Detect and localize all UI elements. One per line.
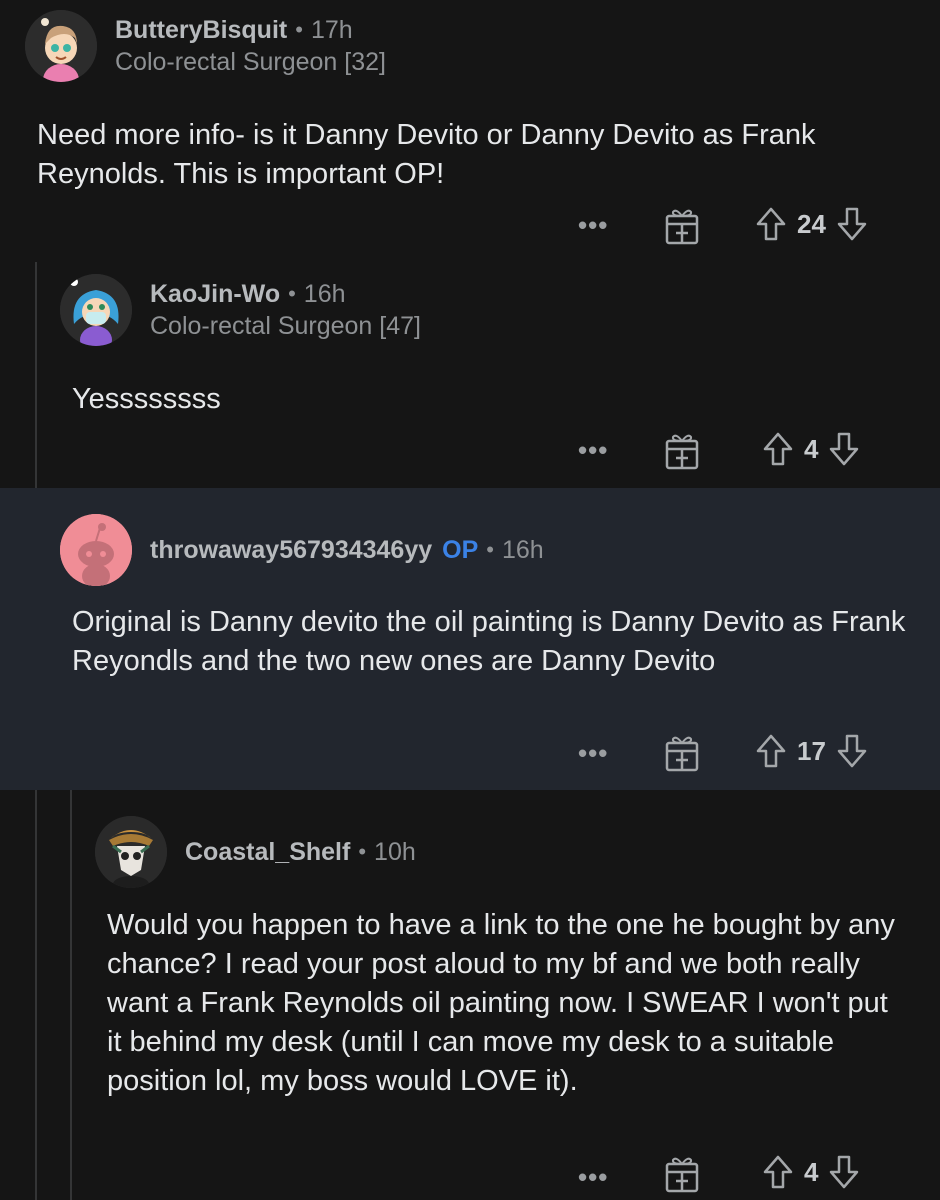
avatar-image <box>95 816 167 888</box>
username[interactable]: KaoJin-Wo <box>150 278 280 310</box>
upvote-arrow-icon[interactable] <box>762 1154 794 1190</box>
downvote-arrow-icon[interactable] <box>828 431 860 467</box>
comment: Coastal_Shelf • 10h Would you happen to … <box>0 790 940 1200</box>
avatar[interactable] <box>95 816 167 888</box>
timestamp: 17h <box>310 16 353 44</box>
comment-header: ButteryBisquit • 17h Colo-rectal Surgeon… <box>25 10 386 82</box>
give-award-icon[interactable] <box>664 206 700 246</box>
vote-controls: 17 <box>755 733 868 769</box>
vote-controls: 4 <box>762 1154 860 1190</box>
upvote-arrow-icon[interactable] <box>762 431 794 467</box>
more-options-button[interactable]: ••• <box>578 1162 608 1193</box>
give-award-icon[interactable] <box>664 1154 700 1194</box>
comment: ButteryBisquit • 17h Colo-rectal Surgeon… <box>0 0 940 262</box>
upvote-arrow-icon[interactable] <box>755 206 787 242</box>
comment: KaoJin-Wo • 16h Colo-rectal Surgeon [47]… <box>0 262 940 488</box>
give-award-icon[interactable] <box>664 431 700 471</box>
username[interactable]: ButteryBisquit <box>115 14 287 46</box>
comment-body: Need more info- is it Danny Devito or Da… <box>37 119 816 190</box>
vote-controls: 24 <box>755 206 868 242</box>
timestamp: 16h <box>501 536 544 564</box>
give-award-icon[interactable] <box>664 733 700 773</box>
more-options-button[interactable]: ••• <box>578 435 608 466</box>
comment-op-highlighted: throwaway567934346yy OP • 16h Original i… <box>0 488 940 790</box>
timestamp: 10h <box>374 838 416 866</box>
snoo-avatar-icon <box>60 514 132 586</box>
user-flair: Colo-rectal Surgeon [32] <box>115 48 386 76</box>
more-options-button[interactable]: ••• <box>578 738 608 769</box>
separator-dot: • <box>288 281 296 306</box>
username[interactable]: throwaway567934346yy <box>150 534 432 566</box>
comment-header: throwaway567934346yy OP • 16h <box>60 514 544 586</box>
avatar[interactable] <box>25 10 97 82</box>
separator-dot: • <box>295 17 303 42</box>
separator-dot: • <box>486 537 494 562</box>
downvote-arrow-icon[interactable] <box>836 206 868 242</box>
comment-body: Would you happen to have a link to the o… <box>107 909 895 1097</box>
comment-body: Original is Danny devito the oil paintin… <box>72 606 906 677</box>
vote-count: 4 <box>804 1156 819 1187</box>
avatar[interactable] <box>60 514 132 586</box>
downvote-arrow-icon[interactable] <box>836 733 868 769</box>
comment-header: KaoJin-Wo • 16h Colo-rectal Surgeon [47] <box>60 274 421 346</box>
username[interactable]: Coastal_Shelf <box>185 836 350 868</box>
avatar[interactable] <box>60 274 132 346</box>
avatar-image <box>60 274 132 346</box>
comment-header: Coastal_Shelf • 10h <box>95 816 416 888</box>
more-options-button[interactable]: ••• <box>578 210 608 241</box>
vote-count: 24 <box>797 208 826 239</box>
op-badge: OP <box>442 536 479 564</box>
comment-body: Yessssssss <box>72 383 221 415</box>
user-flair: Colo-rectal Surgeon [47] <box>150 312 421 340</box>
downvote-arrow-icon[interactable] <box>828 1154 860 1190</box>
avatar-image <box>25 10 97 82</box>
vote-count: 4 <box>804 433 819 464</box>
timestamp: 16h <box>303 280 346 308</box>
separator-dot: • <box>358 839 367 864</box>
vote-controls: 4 <box>762 431 860 467</box>
upvote-arrow-icon[interactable] <box>755 733 787 769</box>
vote-count: 17 <box>797 735 826 766</box>
